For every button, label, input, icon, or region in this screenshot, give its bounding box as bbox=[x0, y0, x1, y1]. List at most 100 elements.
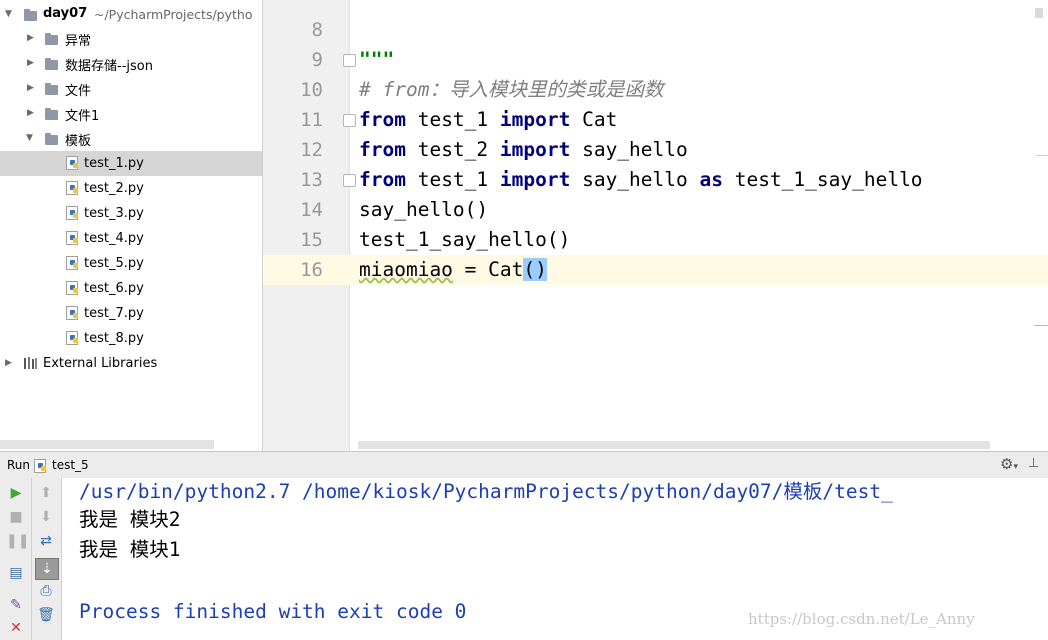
expand-arrow-icon[interactable]: ▼ bbox=[26, 133, 33, 143]
tree-file-test-6[interactable]: test_6.py bbox=[0, 276, 262, 301]
matched-brace: () bbox=[523, 258, 547, 281]
editor-scroll-marker bbox=[1034, 325, 1048, 326]
collapse-arrow-icon[interactable]: ▶ bbox=[27, 83, 34, 93]
imported-name: say_hello bbox=[570, 138, 688, 161]
tree-file-test-7[interactable]: test_7.py bbox=[0, 301, 262, 326]
line-number: 14 bbox=[300, 199, 323, 221]
close-icon[interactable]: ✕ bbox=[6, 621, 26, 635]
line-number: 11 bbox=[300, 109, 323, 131]
run-toolbar-secondary: ⬆ ⬇ ⇄ ⇣ ⎙ 🗑 bbox=[32, 478, 62, 640]
tree-file-label: test_5.py bbox=[84, 256, 144, 271]
stop-icon[interactable]: ■ bbox=[6, 510, 26, 524]
tree-folder-template[interactable]: ▼ 模板 bbox=[0, 126, 262, 151]
rerun-icon[interactable]: ▶ bbox=[6, 486, 26, 500]
folder-icon bbox=[45, 83, 58, 95]
console-output-line: 我是 模块2 bbox=[79, 508, 181, 531]
line-number: 9 bbox=[311, 49, 323, 71]
gear-icon[interactable]: ⚙▾ bbox=[1000, 455, 1018, 473]
editor-horizontal-scrollbar[interactable] bbox=[358, 441, 990, 449]
tree-file-label: test_3.py bbox=[84, 206, 144, 221]
keyword-from: from bbox=[359, 168, 406, 191]
line-number: 13 bbox=[300, 169, 323, 191]
tree-external-libraries[interactable]: ▶ External Libraries bbox=[0, 351, 262, 376]
code-line-10: # from：导入模块里的类或是函数 bbox=[359, 75, 663, 105]
tree-file-test-2[interactable]: test_2.py bbox=[0, 176, 262, 201]
code-comment: # from：导入模块里的类或是函数 bbox=[359, 78, 664, 101]
run-toolbar-primary: ▶ ■ ❚❚ ▤ ✎ ✕ bbox=[0, 478, 32, 640]
fold-marker-icon[interactable] bbox=[343, 114, 356, 127]
tree-horizontal-scrollbar[interactable] bbox=[0, 440, 214, 449]
keyword-from: from bbox=[359, 138, 406, 161]
collapse-arrow-icon[interactable]: ▶ bbox=[5, 358, 12, 368]
code-line-11: from test_1 import Cat bbox=[359, 105, 617, 135]
python-file-icon bbox=[66, 206, 78, 220]
assignment-code: = Cat bbox=[452, 258, 524, 281]
tree-folder-file1[interactable]: ▶ 文件1 bbox=[0, 101, 262, 126]
console-command: /usr/bin/python2.7 /home/kiosk/PycharmPr… bbox=[79, 480, 893, 503]
tree-file-test-5[interactable]: test_5.py bbox=[0, 251, 262, 276]
tree-folder-label: 文件 bbox=[65, 84, 92, 99]
arrow-down-icon[interactable]: ⬇ bbox=[36, 510, 56, 524]
run-panel-header: Run test_5 ⚙▾ ⊥ bbox=[0, 451, 1048, 479]
tree-file-label: test_2.py bbox=[84, 181, 144, 196]
tree-file-test-1[interactable]: test_1.py bbox=[0, 151, 262, 176]
minimize-icon[interactable]: ⊥ bbox=[1028, 456, 1039, 471]
layout-icon[interactable]: ▤ bbox=[6, 566, 26, 580]
arrow-up-icon[interactable]: ⬆ bbox=[36, 486, 56, 500]
code-line-15: test_1_say_hello() bbox=[359, 228, 571, 251]
code-line-16: miaomiao = Cat() bbox=[359, 255, 547, 285]
folder-icon bbox=[45, 108, 58, 120]
trash-icon[interactable]: 🗑 bbox=[36, 608, 56, 622]
tree-file-test-8[interactable]: test_8.py bbox=[0, 326, 262, 351]
alias-name: test_1_say_hello bbox=[722, 168, 923, 191]
collapse-arrow-icon[interactable]: ▶ bbox=[27, 33, 34, 43]
line-number: 16 bbox=[300, 259, 323, 281]
code-line-9: """ bbox=[359, 45, 394, 75]
tree-root-day07[interactable]: ▼ day07 ~/PycharmProjects/pytho bbox=[0, 2, 262, 27]
pause-icon[interactable]: ❚❚ bbox=[6, 534, 29, 548]
line-number: 10 bbox=[300, 79, 323, 101]
pin-tab-icon[interactable]: ✎ bbox=[6, 598, 26, 612]
tree-file-test-4[interactable]: test_4.py bbox=[0, 226, 262, 251]
tree-folder-exception[interactable]: ▶ 异常 bbox=[0, 26, 262, 51]
tree-file-label: test_8.py bbox=[84, 331, 144, 346]
editor-scroll-marker bbox=[1036, 155, 1048, 156]
editor-scroll-marker[interactable] bbox=[1035, 8, 1043, 18]
folder-icon bbox=[45, 133, 58, 145]
code-line-12: from test_2 import say_hello bbox=[359, 135, 688, 165]
collapse-arrow-icon[interactable]: ▶ bbox=[27, 108, 34, 118]
module-name: test_2 bbox=[405, 138, 500, 161]
expand-arrow-icon[interactable]: ▼ bbox=[5, 9, 12, 19]
python-file-icon bbox=[66, 281, 78, 295]
run-panel-title: Run bbox=[7, 458, 31, 472]
print-icon[interactable]: ⎙ bbox=[36, 584, 56, 598]
folder-icon bbox=[24, 9, 37, 21]
tree-folder-label: 异常 bbox=[65, 34, 92, 49]
imported-name: say_hello bbox=[570, 168, 700, 191]
external-libraries-label: External Libraries bbox=[43, 356, 158, 371]
tree-root-label: day07 bbox=[43, 6, 88, 21]
fold-marker-icon[interactable] bbox=[343, 174, 356, 187]
folder-icon bbox=[45, 33, 58, 45]
tree-file-test-3[interactable]: test_3.py bbox=[0, 201, 262, 226]
keyword-import: import bbox=[499, 108, 571, 131]
keyword-from: from bbox=[359, 108, 406, 131]
keyword-import: import bbox=[499, 138, 571, 161]
fold-marker-icon[interactable] bbox=[343, 54, 356, 67]
tree-file-label: test_7.py bbox=[84, 306, 144, 321]
python-file-icon bbox=[66, 331, 78, 345]
run-tab-test-5[interactable]: test_5 bbox=[52, 458, 89, 472]
tree-folder-label: 文件1 bbox=[65, 109, 100, 124]
tree-folder-file[interactable]: ▶ 文件 bbox=[0, 76, 262, 101]
line-number: 12 bbox=[300, 139, 323, 161]
scroll-to-end-icon[interactable]: ⇣ bbox=[35, 558, 59, 580]
tree-folder-json[interactable]: ▶ 数据存储--json bbox=[0, 51, 262, 76]
tree-folder-label: 数据存储--json bbox=[65, 59, 153, 74]
collapse-arrow-icon[interactable]: ▶ bbox=[27, 58, 34, 68]
console-output-line: 我是 模块1 bbox=[79, 538, 181, 561]
python-file-icon bbox=[66, 306, 78, 320]
soft-wrap-icon[interactable]: ⇄ bbox=[36, 534, 56, 548]
tree-root-path: ~/PycharmProjects/pytho bbox=[94, 7, 253, 22]
library-icon bbox=[24, 357, 38, 369]
project-tree: ▼ day07 ~/PycharmProjects/pytho ▶ 异常 ▶ 数… bbox=[0, 0, 263, 451]
